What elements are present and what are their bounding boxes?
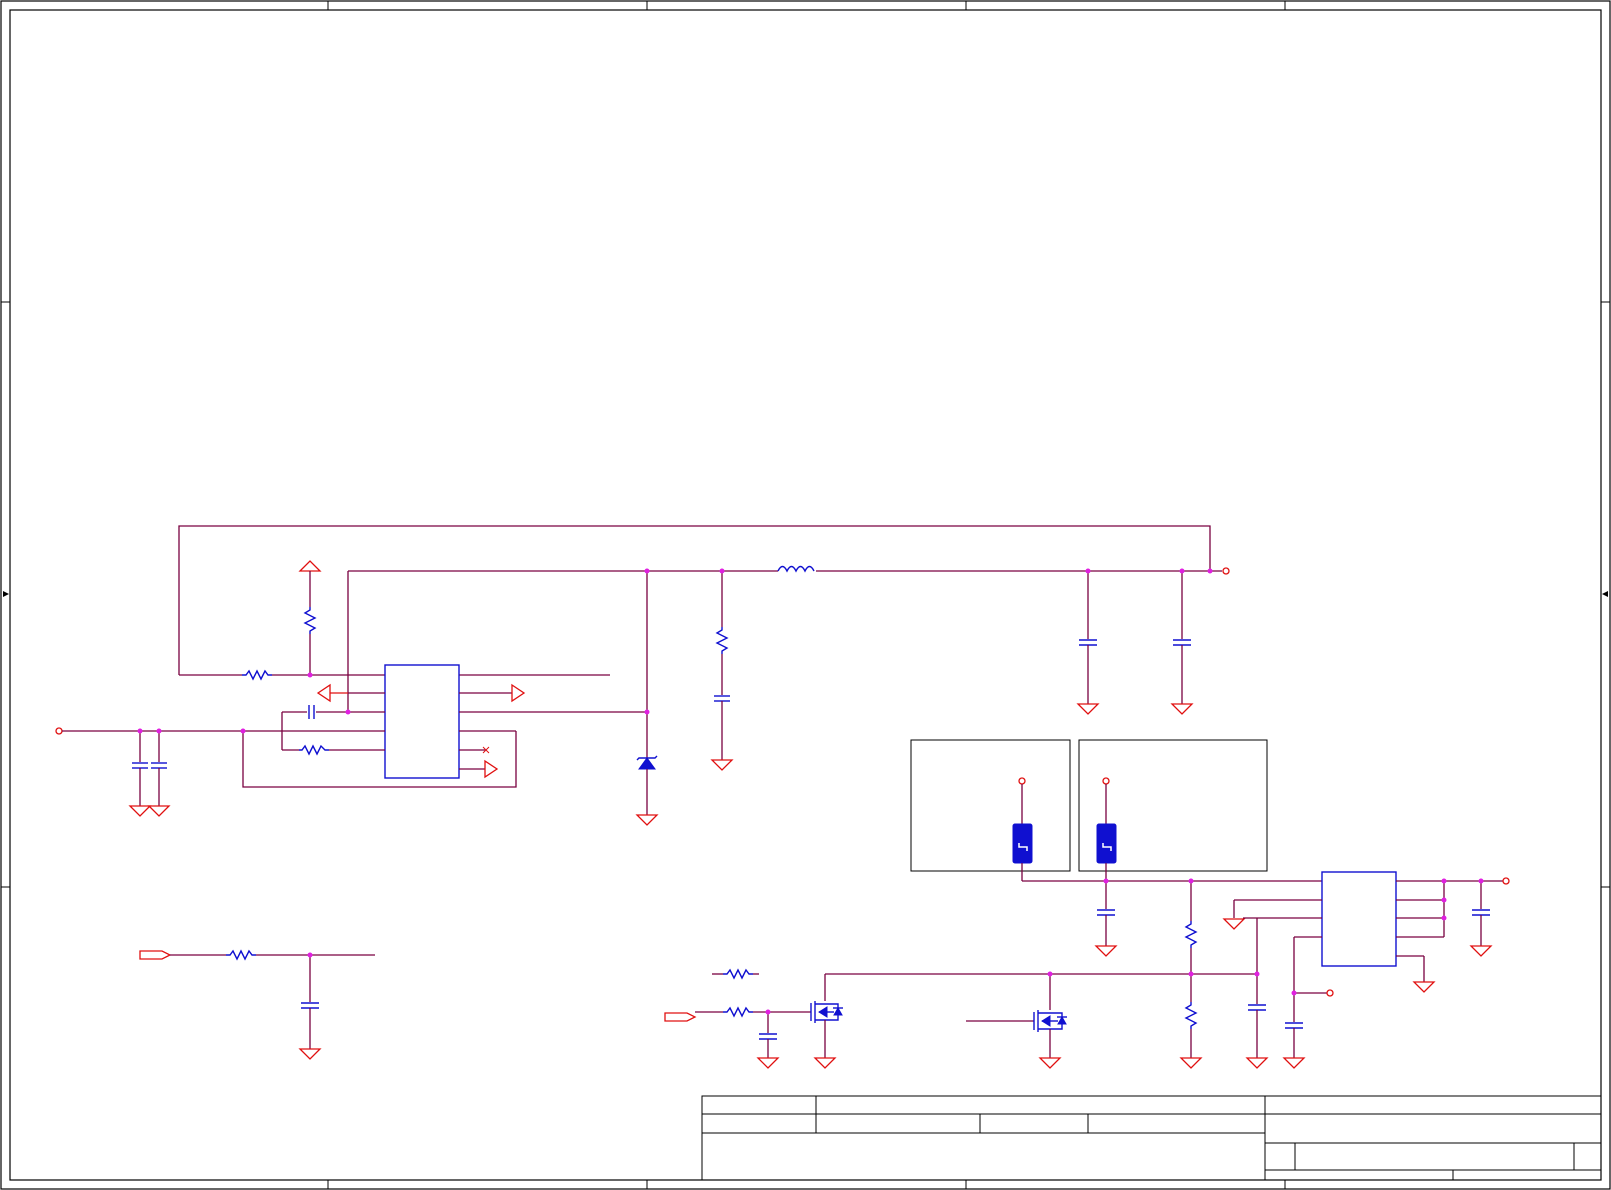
ground-icon (756, 1057, 780, 1069)
ground-icon (1412, 981, 1436, 993)
resistor-icon (723, 968, 753, 980)
schematic-canvas (0, 0, 1611, 1190)
feedback-loop-wire (178, 525, 1211, 676)
fuse-icon (1096, 823, 1117, 864)
resistor-icon (226, 949, 256, 961)
divider-network (825, 881, 1269, 1069)
schematic-sheet (0, 0, 1611, 1190)
inductor-l1 (777, 565, 815, 573)
ground-icon (813, 1057, 837, 1069)
ground-icon (147, 805, 171, 817)
signal-connector-icon (139, 950, 172, 960)
ground-icon (1245, 1057, 1269, 1069)
resistor-icon (1184, 921, 1198, 948)
pullup-resistor-r1 (298, 560, 322, 675)
resistor-icon (303, 607, 317, 634)
inductor-icon (777, 565, 815, 573)
snubber-r3-c3 (710, 571, 734, 771)
output-capacitors (1076, 571, 1194, 715)
title-block (701, 1095, 1602, 1181)
ground-icon (1469, 945, 1493, 957)
resistor-icon (242, 669, 272, 681)
ic-block-icon (384, 664, 460, 779)
supply-arrow-icon (298, 560, 322, 572)
input-section (55, 727, 385, 817)
junctions (137, 568, 1484, 1015)
ground-icon (1222, 918, 1246, 930)
ground-icon (1094, 945, 1118, 957)
resistor-icon (723, 1006, 753, 1018)
feedback-resistor-r2 (242, 669, 272, 681)
fuse-icon (1012, 823, 1033, 864)
ground-icon (128, 805, 152, 817)
ic-block-icon (1321, 871, 1397, 967)
resistor-icon (1184, 1002, 1198, 1029)
signal-arrow-icon (511, 683, 526, 703)
supervisor-ic-u2 (1022, 871, 1510, 1069)
resistor-icon (299, 744, 329, 756)
ground-icon (1076, 703, 1100, 715)
ground-icon (710, 759, 734, 771)
zener-diode-icon (638, 757, 656, 770)
ground-icon (1038, 1057, 1062, 1069)
signal-arrow-icon (484, 759, 499, 779)
fuse-box-left (910, 739, 1071, 881)
sheet-border (0, 0, 1611, 1190)
ground-icon (1170, 703, 1194, 715)
ground-icon (635, 814, 659, 826)
ground-icon (1282, 1057, 1306, 1069)
mosfet-q2 (966, 974, 1067, 1069)
mosfet-q1 (664, 968, 843, 1069)
signal-connector-icon (664, 1012, 697, 1022)
input-port-icon[interactable] (55, 727, 63, 735)
ground-icon (1179, 1057, 1203, 1069)
zener-diode-d1 (635, 571, 659, 826)
output-port-icon[interactable] (1222, 567, 1230, 575)
ground-icon (298, 1048, 322, 1060)
resistor-icon (715, 627, 729, 654)
output-port-icon[interactable] (1502, 877, 1510, 885)
controller-ic-u1 (242, 664, 647, 788)
rc-filter-bottom-left (139, 949, 375, 1060)
